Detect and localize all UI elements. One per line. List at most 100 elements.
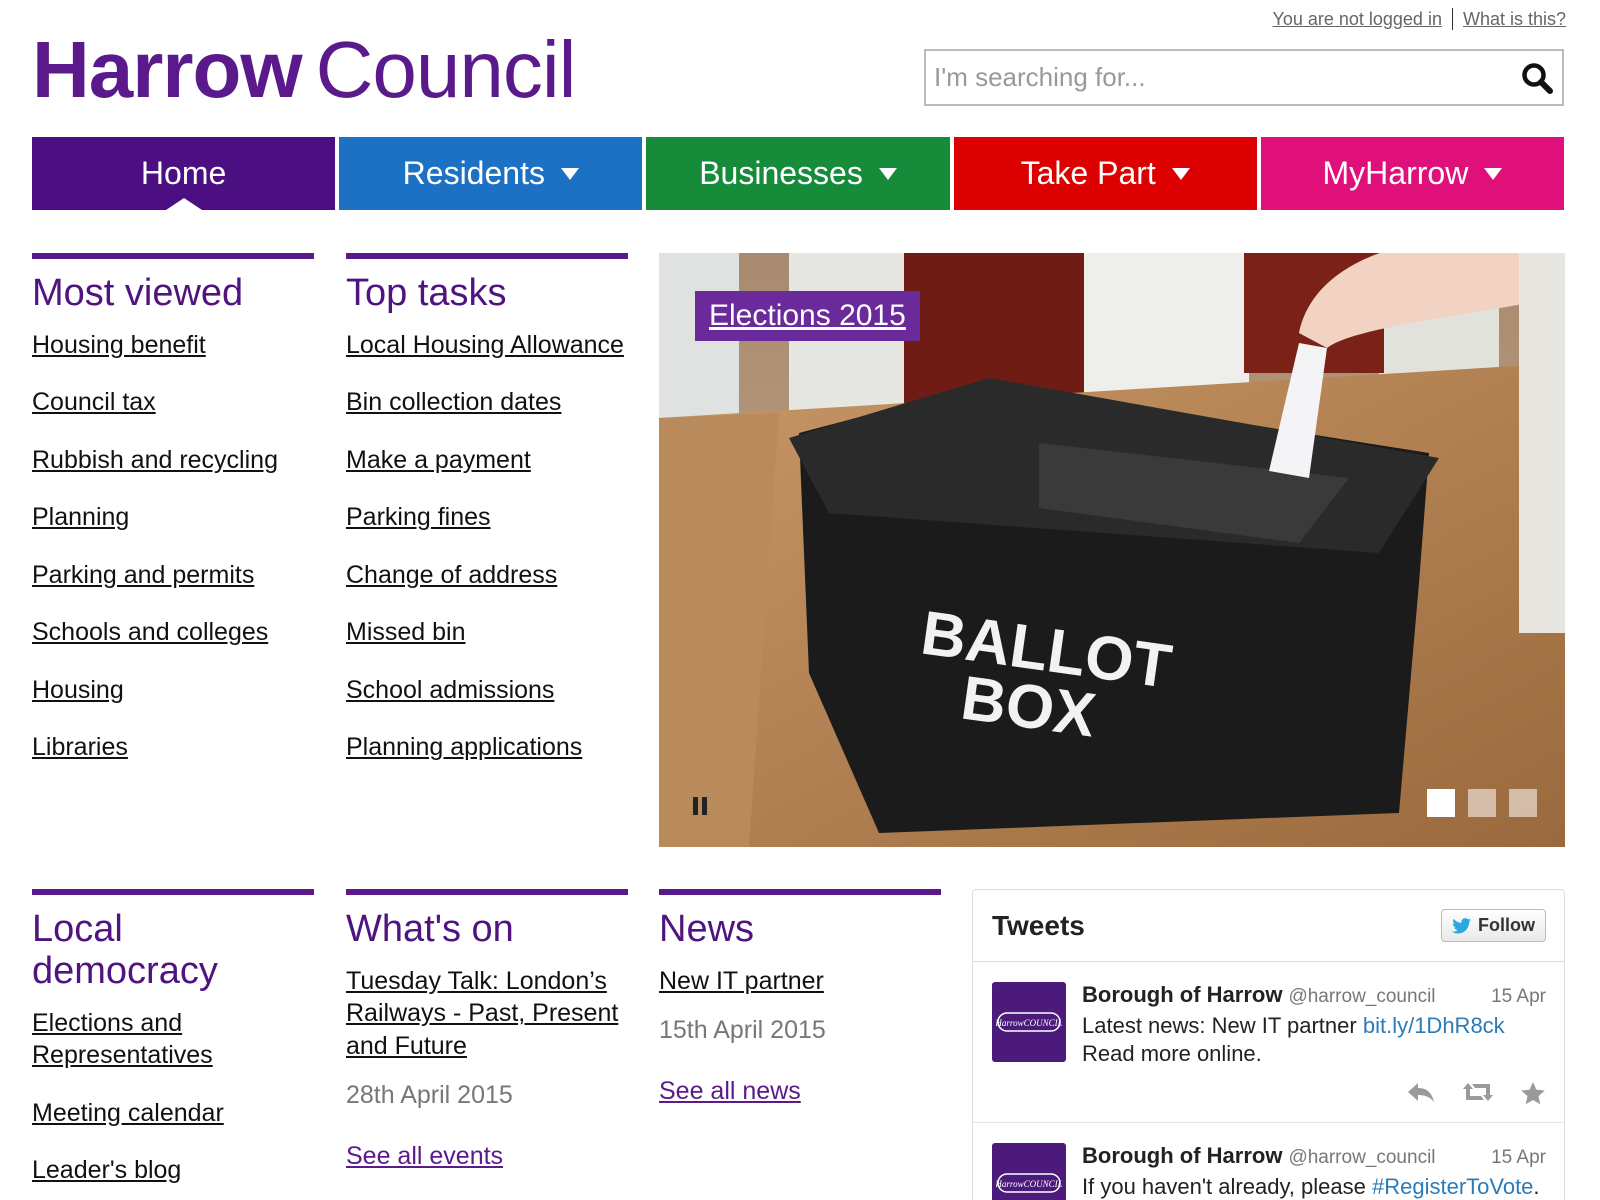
tweet-author-name[interactable]: Borough of Harrow bbox=[1082, 982, 1282, 1008]
whats-on-list: Tuesday Talk: London’s Railways - Past, … bbox=[346, 965, 628, 1063]
tweet-hashtag-link[interactable]: #RegisterToVote bbox=[1372, 1174, 1533, 1199]
caret-down-icon bbox=[560, 167, 579, 180]
tweet-text: Latest news: New IT partner bit.ly/1DhR8… bbox=[1082, 1012, 1546, 1067]
tweet-timestamp[interactable]: 15 Apr bbox=[1491, 1147, 1546, 1169]
top-tasks-list: Local Housing Allowance Bin collection d… bbox=[346, 329, 628, 764]
top-task-link[interactable]: Make a payment bbox=[346, 446, 531, 474]
news-link[interactable]: New IT partner bbox=[659, 967, 824, 995]
nav-myharrow[interactable]: MyHarrow bbox=[1260, 137, 1565, 210]
most-viewed-link[interactable]: Libraries bbox=[32, 733, 128, 761]
logo-council: Council bbox=[315, 25, 577, 114]
see-all-events-link[interactable]: See all events bbox=[346, 1142, 503, 1170]
top-task-link[interactable]: Change of address bbox=[346, 561, 557, 589]
most-viewed-list: Housing benefit Council tax Rubbish and … bbox=[32, 329, 314, 764]
list-item: Change of address bbox=[346, 559, 628, 592]
top-task-link[interactable]: Local Housing Allowance bbox=[346, 331, 624, 359]
avatar[interactable]: HarrowCOUNCIL bbox=[992, 1143, 1066, 1200]
search-icon bbox=[1522, 62, 1553, 94]
follow-button[interactable]: Follow bbox=[1441, 909, 1546, 942]
most-viewed-link[interactable]: Planning bbox=[32, 503, 129, 531]
search-button[interactable] bbox=[1512, 51, 1562, 104]
tweet-timestamp[interactable]: 15 Apr bbox=[1491, 986, 1546, 1008]
nav-businesses[interactable]: Businesses bbox=[646, 137, 950, 210]
tweet-body: Borough of Harrow @harrow_council 15 Apr… bbox=[1082, 1143, 1546, 1200]
tweet-item: HarrowCOUNCIL Borough of Harrow @harrow_… bbox=[973, 1123, 1564, 1200]
pause-icon[interactable] bbox=[691, 793, 711, 817]
tweet-author-handle[interactable]: @harrow_council bbox=[1288, 986, 1435, 1008]
most-viewed-link[interactable]: Housing bbox=[32, 676, 124, 704]
search-bar bbox=[924, 49, 1564, 106]
most-viewed-link[interactable]: Schools and colleges bbox=[32, 618, 268, 646]
list-item: Bin collection dates bbox=[346, 386, 628, 419]
local-democracy-section: Local democracy Elections and Representa… bbox=[32, 889, 314, 1200]
tweet-meta: Borough of Harrow @harrow_council 15 Apr bbox=[1082, 1143, 1546, 1169]
news-list: New IT partner bbox=[659, 965, 941, 998]
hero-caption-link[interactable]: Elections 2015 bbox=[695, 291, 920, 341]
top-task-link[interactable]: Parking fines bbox=[346, 503, 491, 531]
favorite-icon[interactable] bbox=[1520, 1081, 1546, 1110]
logo-harrow: Harrow bbox=[32, 25, 303, 114]
carousel-pager bbox=[1427, 789, 1537, 817]
list-item: Missed bin bbox=[346, 616, 628, 649]
nav-home[interactable]: Home bbox=[32, 137, 336, 210]
pause-glyph bbox=[693, 797, 707, 815]
news-date: 15th April 2015 bbox=[659, 1016, 826, 1045]
tweet-meta: Borough of Harrow @harrow_council 15 Apr bbox=[1082, 982, 1546, 1008]
caret-down-icon bbox=[1171, 167, 1190, 180]
tweet-item: HarrowCOUNCIL Borough of Harrow @harrow_… bbox=[973, 962, 1564, 1123]
nav-take-part[interactable]: Take Part bbox=[953, 137, 1257, 210]
avatar[interactable]: HarrowCOUNCIL bbox=[992, 982, 1066, 1062]
what-is-this-link[interactable]: What is this? bbox=[1463, 9, 1566, 30]
democracy-link[interactable]: Meeting calendar bbox=[32, 1099, 224, 1127]
event-date: 28th April 2015 bbox=[346, 1081, 513, 1110]
reply-icon[interactable] bbox=[1406, 1081, 1436, 1110]
list-item: Planning bbox=[32, 501, 314, 534]
site-logo[interactable]: Harrow Council bbox=[32, 30, 576, 110]
most-viewed-link[interactable]: Rubbish and recycling bbox=[32, 446, 278, 474]
tweet-author-name[interactable]: Borough of Harrow bbox=[1082, 1143, 1282, 1169]
main-nav: Home Residents Businesses Take Part MyHa… bbox=[32, 137, 1565, 210]
top-task-link[interactable]: School admissions bbox=[346, 676, 554, 704]
most-viewed-link[interactable]: Housing benefit bbox=[32, 331, 206, 359]
event-link[interactable]: Tuesday Talk: London’s Railways - Past, … bbox=[346, 967, 618, 1060]
retweet-icon[interactable] bbox=[1462, 1081, 1494, 1110]
nav-businesses-label: Businesses bbox=[699, 155, 863, 191]
tweets-title: Tweets bbox=[992, 909, 1085, 941]
list-item: Rubbish and recycling bbox=[32, 444, 314, 477]
search-input[interactable] bbox=[926, 51, 1512, 104]
list-item: Council tax bbox=[32, 386, 314, 419]
tweet-link[interactable]: bit.ly/1DhR8ck bbox=[1363, 1013, 1505, 1038]
news-section: News New IT partner 15th April 2015 See … bbox=[659, 889, 941, 1106]
account-bar: You are not logged in What is this? bbox=[1272, 8, 1566, 30]
most-viewed-link[interactable]: Parking and permits bbox=[32, 561, 254, 589]
carousel-dot[interactable] bbox=[1509, 789, 1537, 817]
list-item: School admissions bbox=[346, 674, 628, 707]
most-viewed-link[interactable]: Council tax bbox=[32, 388, 156, 416]
nav-residents-label: Residents bbox=[402, 155, 545, 191]
list-item: Housing bbox=[32, 674, 314, 707]
login-status-link[interactable]: You are not logged in bbox=[1272, 9, 1441, 30]
democracy-link[interactable]: Elections and Representatives bbox=[32, 1009, 213, 1070]
list-item: Elections and Representatives bbox=[32, 1007, 314, 1072]
carousel-dot[interactable] bbox=[1468, 789, 1496, 817]
list-item: Libraries bbox=[32, 731, 314, 764]
tweet-author-handle[interactable]: @harrow_council bbox=[1288, 1147, 1435, 1169]
list-item: Leader's blog bbox=[32, 1154, 314, 1187]
see-all-news-link[interactable]: See all news bbox=[659, 1077, 801, 1105]
most-viewed-title: Most viewed bbox=[32, 272, 244, 314]
list-item: Local Housing Allowance bbox=[346, 329, 628, 362]
list-item: New IT partner bbox=[659, 965, 941, 998]
nav-residents[interactable]: Residents bbox=[339, 137, 643, 210]
most-viewed-section: Most viewed Housing benefit Council tax … bbox=[32, 253, 314, 789]
top-task-link[interactable]: Planning applications bbox=[346, 733, 582, 761]
twitter-widget-header: Tweets Follow bbox=[973, 890, 1564, 962]
hero-carousel: BALLOT BOX Elections 2015 bbox=[659, 253, 1565, 847]
top-task-link[interactable]: Missed bin bbox=[346, 618, 466, 646]
democracy-link[interactable]: Leader's blog bbox=[32, 1156, 181, 1184]
tweet-text-part: Read more online. bbox=[1082, 1040, 1262, 1066]
top-task-link[interactable]: Bin collection dates bbox=[346, 388, 561, 416]
harrow-council-avatar-logo: HarrowCOUNCIL bbox=[996, 1173, 1062, 1193]
carousel-dot[interactable] bbox=[1427, 789, 1455, 817]
ballot-box-photo[interactable]: BALLOT BOX bbox=[659, 253, 1565, 847]
avatar-text: HarrowCOUNCIL bbox=[996, 1018, 1062, 1028]
